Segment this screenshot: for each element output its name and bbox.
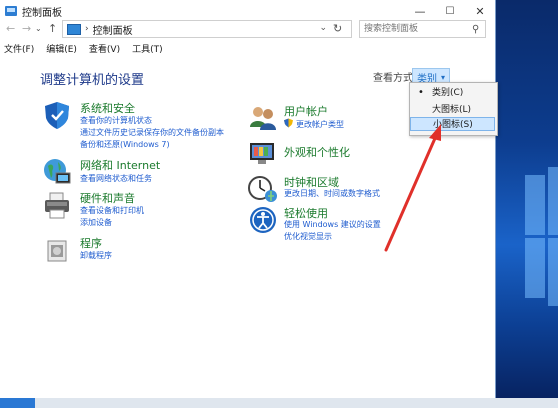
link-network-status[interactable]: 查看网络状态和任务 xyxy=(80,173,152,184)
link-change-account-type[interactable]: 更改帐户类型 xyxy=(296,119,344,130)
menu-item-label: 小图标(S) xyxy=(433,120,473,130)
link-devices-printers[interactable]: 查看设备和打印机 xyxy=(80,205,144,216)
path-text[interactable]: 控制面板 xyxy=(93,22,133,37)
link-uninstall[interactable]: 卸载程序 xyxy=(80,250,112,261)
path-box[interactable]: › 控制面板 ⌄ xyxy=(62,20,352,38)
category-title-appearance[interactable]: 外观和个性化 xyxy=(284,144,350,160)
link-file-history[interactable]: 通过文件历史记录保存你的文件备份副本 xyxy=(80,127,224,138)
menu-bar: 文件(F) 编辑(E) 查看(V) 工具(T) xyxy=(0,42,495,56)
menu-edit[interactable]: 编辑(E) xyxy=(46,42,77,56)
menu-item-large-icons[interactable]: 大图标(L) xyxy=(410,103,495,117)
search-icon[interactable]: ⚲ xyxy=(472,24,479,35)
path-separator-icon: › xyxy=(85,24,89,34)
menu-file[interactable]: 文件(F) xyxy=(4,42,34,56)
printer-icon[interactable] xyxy=(42,190,72,220)
up-button[interactable]: ↑ xyxy=(48,22,57,35)
programs-icon[interactable] xyxy=(42,235,72,265)
view-by-menu: • 类别(C) 大图标(L) 小图标(S) xyxy=(409,82,498,136)
control-panel-icon xyxy=(5,6,17,16)
appearance-icon[interactable] xyxy=(248,138,278,168)
menu-tools[interactable]: 工具(T) xyxy=(132,42,163,56)
shield-icon[interactable] xyxy=(42,100,72,130)
link-optimize-display[interactable]: 优化视觉显示 xyxy=(284,231,332,242)
link-backup-restore[interactable]: 备份和还原(Windows 7) xyxy=(80,139,170,150)
category-title-hardware[interactable]: 硬件和声音 xyxy=(80,190,135,206)
refresh-button[interactable]: ↻ xyxy=(333,22,342,35)
category-title-system[interactable]: 系统和安全 xyxy=(80,100,135,116)
recent-locations-icon[interactable]: ⌄ xyxy=(35,24,42,33)
category-title-network[interactable]: 网络和 Internet xyxy=(80,157,160,173)
link-recommended-settings[interactable]: 使用 Windows 建议的设置 xyxy=(284,219,381,230)
back-button[interactable]: ← xyxy=(6,22,15,35)
category-title-programs[interactable]: 程序 xyxy=(80,235,102,251)
selected-bullet-icon: • xyxy=(418,87,424,98)
taskbar xyxy=(0,398,558,408)
menu-view[interactable]: 查看(V) xyxy=(89,42,120,56)
search-input[interactable] xyxy=(360,23,472,35)
link-add-device[interactable]: 添加设备 xyxy=(80,217,112,228)
path-dropdown-icon[interactable]: ⌄ xyxy=(319,23,327,33)
control-panel-window: 控制面板 — ☐ ✕ ← → ⌄ ↑ › 控制面板 ⌄ ↻ ⚲ 文件(F) 编辑… xyxy=(0,0,498,398)
menu-item-category[interactable]: • 类别(C) xyxy=(410,86,495,100)
page-heading: 调整计算机的设置 xyxy=(40,73,145,88)
window-title: 控制面板 xyxy=(22,7,62,19)
menu-item-small-icons[interactable]: 小图标(S) xyxy=(410,117,495,131)
start-button[interactable] xyxy=(0,398,35,408)
ease-of-access-icon[interactable] xyxy=(248,205,278,235)
link-date-time-format[interactable]: 更改日期、时间或数字格式 xyxy=(284,188,380,199)
uac-shield-icon xyxy=(284,118,293,128)
link-system-status[interactable]: 查看你的计算机状态 xyxy=(80,115,152,126)
control-panel-path-icon xyxy=(67,23,81,35)
network-globe-icon[interactable] xyxy=(42,157,72,187)
windows-logo xyxy=(525,167,558,306)
clock-icon[interactable] xyxy=(248,174,278,204)
search-box[interactable]: ⚲ xyxy=(359,20,486,38)
forward-button[interactable]: → xyxy=(22,22,31,35)
users-icon[interactable] xyxy=(248,103,278,133)
menu-item-label: 大图标(L) xyxy=(432,105,472,115)
chevron-down-icon: ▾ xyxy=(441,73,446,82)
menu-item-label: 类别(C) xyxy=(432,88,464,98)
category-title-users[interactable]: 用户帐户 xyxy=(284,103,328,119)
